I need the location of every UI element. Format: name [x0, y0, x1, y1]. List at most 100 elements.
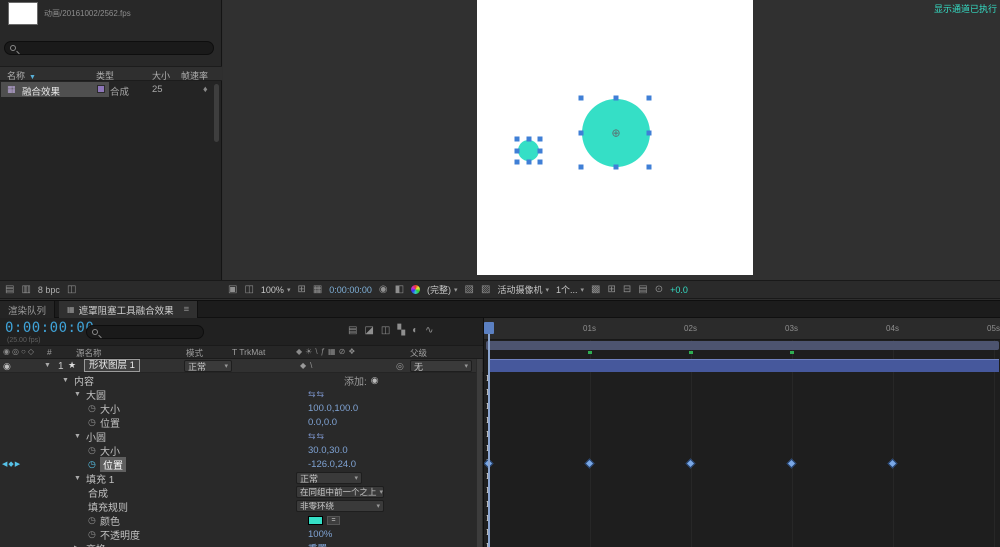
current-time-indicator[interactable] — [488, 322, 490, 547]
project-list-area[interactable] — [0, 66, 221, 280]
column-framerate[interactable]: 帧速率 — [181, 69, 208, 82]
selection-handle[interactable] — [614, 165, 619, 170]
keyframe-navigator[interactable]: ◀◆▶ — [2, 460, 21, 468]
fill-rule-select[interactable]: 非零环绕▾ — [296, 500, 384, 512]
group-label[interactable]: 大圆 — [86, 387, 106, 402]
property-label[interactable]: 填充规则 — [88, 499, 128, 514]
twirl-open-icon[interactable]: ▼ — [74, 391, 86, 398]
selection-handle[interactable] — [647, 165, 652, 170]
group-label[interactable]: 变换 — [86, 541, 106, 547]
stopwatch-icon[interactable]: ◷ — [88, 529, 100, 540]
property-row-size-small[interactable]: ◷ 大小 30.0,30.0 — [0, 443, 476, 457]
layer-name-input[interactable]: 形状图层 1 — [84, 359, 140, 372]
show-snapshot-icon[interactable]: ◧ — [395, 285, 404, 295]
timeline-scrollbar[interactable] — [476, 359, 482, 547]
playhead[interactable] — [484, 322, 494, 334]
twirl-open-icon[interactable]: ▼ — [62, 377, 74, 384]
camera-select[interactable]: 活动摄像机▾ — [497, 283, 549, 296]
selection-handle[interactable] — [538, 137, 543, 142]
property-value[interactable]: 0.0,0.0 — [308, 417, 337, 428]
property-label[interactable]: 不透明度 — [100, 527, 140, 542]
quality-switch-icon[interactable]: ◆ — [300, 361, 310, 370]
transparency-grid-icon[interactable]: ▨ — [481, 285, 490, 295]
property-value[interactable]: 100% — [308, 529, 332, 540]
zoom-select[interactable]: 100%▾ — [261, 285, 291, 295]
stopwatch-icon[interactable]: ◷ — [88, 403, 100, 414]
small-circle-shape[interactable] — [518, 140, 539, 161]
property-row-composite[interactable]: 合成 在同组中前一个之上▾ — [0, 485, 476, 499]
pick-whip-icon[interactable]: ◎ — [396, 361, 404, 372]
mask-guides-icon[interactable]: ▦ — [313, 285, 322, 295]
add-button-icon[interactable]: ◉ — [371, 375, 379, 386]
anchor-point-icon[interactable]: ⊕ — [611, 127, 620, 140]
property-value[interactable]: 30.0,30.0 — [308, 445, 348, 456]
time-ruler[interactable] — [484, 318, 1000, 340]
color-edit-icon[interactable]: = — [327, 516, 340, 525]
column-source-name[interactable]: 源名称 — [76, 347, 102, 359]
property-label-selected[interactable]: 位置 — [100, 457, 126, 472]
selection-handle[interactable] — [579, 96, 584, 101]
column-trkmat[interactable]: T TrkMat — [232, 347, 265, 357]
selection-handle[interactable] — [579, 131, 584, 136]
bit-depth-label[interactable]: 8 bpc — [38, 285, 60, 295]
parent-select[interactable]: 无▾ — [410, 360, 472, 372]
work-area-bar[interactable] — [486, 341, 999, 350]
graph-editor-icon[interactable]: ∿ — [425, 326, 433, 336]
property-label[interactable]: 大小 — [100, 401, 120, 416]
flowchart-icon[interactable]: ▤ — [638, 285, 647, 295]
column-mode[interactable]: 模式 — [186, 347, 203, 359]
fx-switch-icon[interactable]: \ — [310, 361, 316, 370]
project-item-row[interactable]: ▦ 融合效果 合成 25 ♦ — [0, 82, 222, 97]
property-label[interactable]: 位置 — [100, 415, 120, 430]
timeline-track-area[interactable]: 01s02s03s04s05sIIIIIIIIIIIII — [483, 318, 1000, 547]
layer-duration-bar[interactable] — [488, 359, 999, 372]
property-row-fill-rule[interactable]: 填充规则 非零环绕▾ — [0, 499, 476, 513]
channel-icon[interactable] — [411, 285, 420, 294]
frame-blend-icon[interactable]: ▚ — [397, 326, 405, 336]
resolution-select[interactable]: (完整)▾ — [427, 283, 458, 296]
comp-mini-flowchart-icon[interactable]: ▤ — [348, 326, 357, 336]
property-row-color[interactable]: ◷ 颜色 = — [0, 513, 476, 527]
property-row-fill[interactable]: ▼ 填充 1 正常▾ — [0, 471, 476, 485]
selection-handle[interactable] — [527, 137, 532, 142]
property-row-contents[interactable]: ▼ 内容 添加:◉ — [0, 373, 476, 387]
timeline-search-input[interactable] — [86, 325, 204, 339]
keyframe-diamond[interactable] — [585, 459, 595, 469]
exposure-value[interactable]: +0.0 — [670, 285, 688, 295]
property-row-small-circle[interactable]: ▼ 小圆 ⇆⇆ — [0, 429, 476, 443]
fill-blend-select[interactable]: 正常▾ — [296, 472, 362, 484]
keyframe-diamond[interactable] — [787, 459, 797, 469]
blend-mode-select[interactable]: 正常▾ — [184, 360, 232, 372]
tab-composition[interactable]: ▦ 遮罩阻塞工具融合效果 ≡ — [59, 301, 198, 318]
draft-3d-icon[interactable]: ◪ — [364, 326, 373, 336]
reset-link[interactable]: 重置 — [308, 541, 327, 547]
timeline-jump-icon[interactable]: ⊟ — [623, 285, 631, 295]
selection-handle[interactable] — [538, 149, 543, 154]
keyframe-diamond[interactable] — [686, 459, 696, 469]
stopwatch-icon[interactable]: ◷ — [88, 515, 100, 526]
current-time-display[interactable]: 0:00:00:00 — [5, 320, 94, 336]
proxy-icon[interactable]: ▥ — [21, 285, 30, 295]
pixel-aspect-icon[interactable]: ▩ — [591, 285, 600, 295]
selection-handle[interactable] — [538, 160, 543, 165]
panel-menu-icon[interactable]: ≡ — [184, 304, 190, 315]
group-label[interactable]: 小圆 — [86, 429, 106, 444]
property-row-position-small[interactable]: ◀◆▶ ◷ 位置 -126.0,24.0 — [0, 457, 476, 471]
property-row-transform[interactable]: ▶ 变换 重置 — [0, 541, 476, 547]
stopwatch-icon[interactable]: ◷ — [88, 445, 100, 456]
interpret-footage-icon[interactable]: ▤ — [5, 285, 14, 295]
selection-handle[interactable] — [515, 149, 520, 154]
fast-preview-icon[interactable]: ⊞ — [607, 285, 615, 295]
column-type[interactable]: 类型 — [96, 69, 114, 82]
selection-handle[interactable] — [647, 131, 652, 136]
motion-blur-icon[interactable]: ◐ — [412, 326, 418, 336]
eye-icon[interactable]: ◉ — [3, 361, 11, 372]
column-name[interactable]: 名称▼ — [7, 69, 36, 82]
stopwatch-icon[interactable]: ◷ — [88, 459, 100, 470]
selection-handle[interactable] — [614, 96, 619, 101]
group-label[interactable]: 填充 1 — [86, 471, 114, 486]
property-label[interactable]: 合成 — [88, 485, 108, 500]
layer-row[interactable]: ◉ ▼ 1 ★ 形状图层 1 正常▾ ◆\ ◎ 无▾ — [0, 359, 483, 373]
project-scrollbar[interactable] — [214, 84, 219, 142]
column-index[interactable]: # — [47, 347, 52, 357]
